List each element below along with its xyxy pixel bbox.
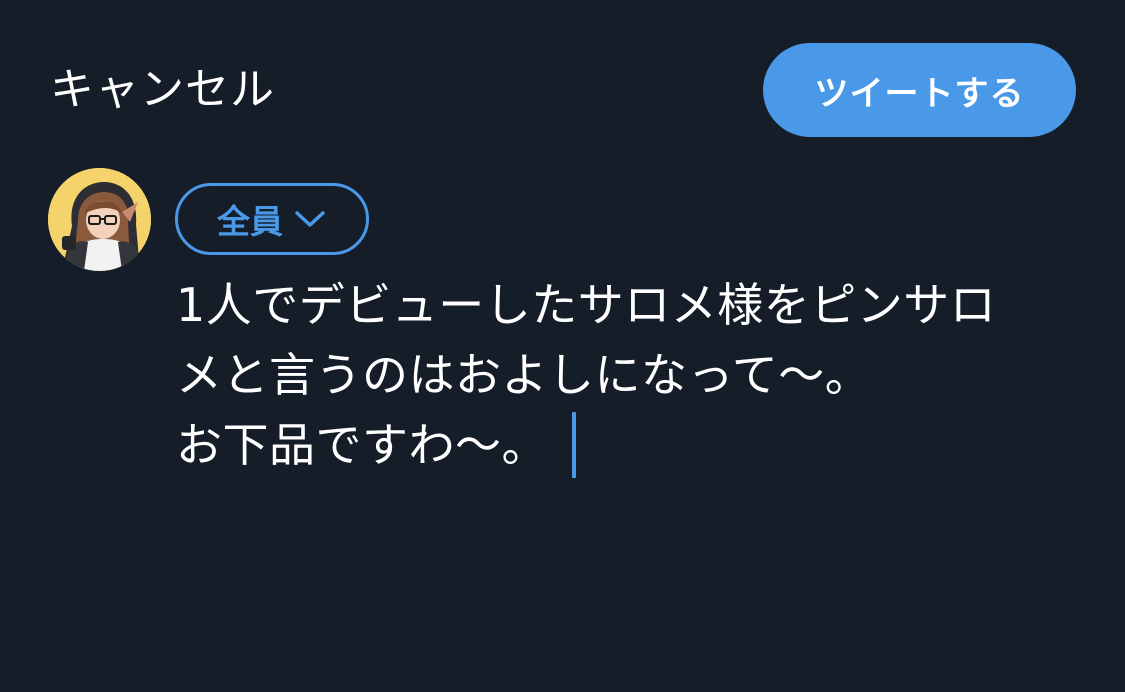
avatar[interactable] — [48, 168, 151, 271]
user-avatar-icon — [48, 168, 151, 271]
tweet-text-line: メと言うのはおよしになって〜。 — [176, 348, 872, 402]
audience-label: 全員 — [217, 202, 283, 241]
tweet-text-line: 1人でデビューしたサロメ様をピンサロ — [176, 278, 997, 332]
text-cursor — [572, 411, 576, 478]
tweet-text-line-last: お下品ですわ〜。 — [176, 410, 1076, 480]
chevron-down-icon — [295, 211, 325, 227]
audience-selector[interactable]: 全員 — [175, 183, 369, 255]
tweet-text-area[interactable]: 1人でデビューしたサロメ様をピンサロ メと言うのはおよしになって〜。 お下品です… — [176, 270, 1076, 480]
tweet-button[interactable]: ツイートする — [763, 43, 1076, 137]
tweet-text-line-content: お下品ですわ〜。 — [176, 418, 548, 472]
compose-header: キャンセル ツイートする — [0, 0, 1125, 150]
cancel-button[interactable]: キャンセル — [50, 62, 275, 118]
